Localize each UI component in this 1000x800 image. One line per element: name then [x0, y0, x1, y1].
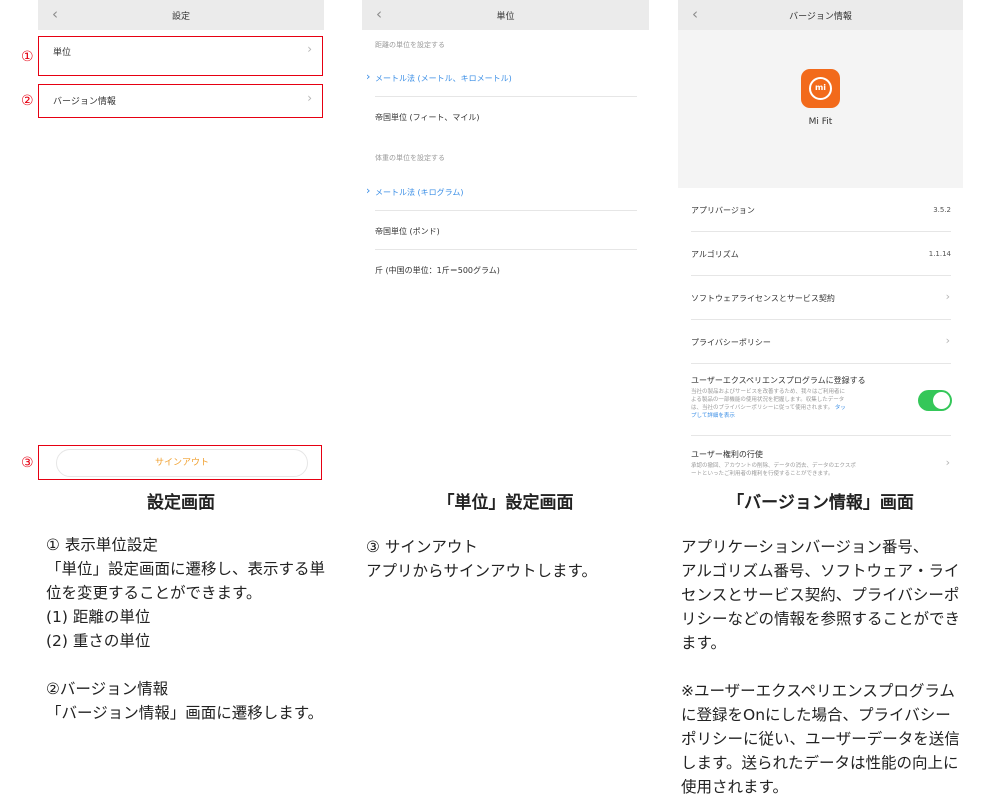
divider — [375, 210, 637, 211]
explanation-col2: ③ サインアウト アプリからサインアウトします。 — [366, 535, 597, 583]
units-nav-bar: ‹ 単位 — [362, 0, 649, 30]
explanation-line: リシーなどの情報を参照することができ — [681, 610, 961, 628]
app-version-value: 3.5.2 — [933, 206, 951, 214]
option-label: メートル法 (メートル、キロメートル) — [375, 74, 512, 83]
weight-section-header: 体重の単位を設定する — [375, 154, 445, 162]
explanation-line: 「バージョン情報」画面に遷移します。 — [46, 704, 324, 722]
annotation-box-unit — [38, 36, 323, 76]
explanation-col3: アプリケーションバージョン番号、 アルゴリズム番号、ソフトウェア・ライ センスと… — [681, 535, 960, 799]
settings-caption: 設定画面 — [147, 493, 215, 513]
explanation-line: センスとサービス契約、プライバシーポ — [681, 586, 960, 604]
explanation-gap — [681, 655, 960, 679]
settings-nav-bar: ‹ 設定 — [38, 0, 324, 30]
explanation-line: ポリシーに従い、ユーザーデータを送信 — [681, 730, 960, 748]
rights-desc-line: 承認の撤回、アカウントの削除、データの消去、データのエクスポ — [691, 463, 856, 469]
rights-desc-line: ートといったご利用者の権利を行使することができます。 — [691, 471, 834, 477]
settings-title: 設定 — [171, 12, 190, 22]
details-link-part-1[interactable]: タッ — [835, 405, 846, 411]
explanation-line: ① 表示単位設定 — [46, 536, 158, 554]
version-caption: 「バージョン情報」画面 — [727, 493, 914, 513]
units-caption: 「単位」設定画面 — [437, 493, 574, 513]
option-label: メートル法 (キログラム) — [375, 188, 464, 197]
units-screen: ‹ 単位 距離の単位を設定する › メートル法 (メートル、キロメートル) 帝国… — [362, 0, 649, 290]
ux-program-row: ユーザーエクスペリエンスプログラムに登録する 当社の製品およびサービスを改善する… — [678, 364, 963, 436]
option-label: 帝国単位 (フィート、マイル) — [375, 113, 480, 122]
app-version-label: アプリバージョン — [691, 206, 755, 215]
explanation-line: ②バージョン情報 — [46, 680, 169, 698]
mi-fit-app-icon: mi — [801, 69, 840, 108]
explanation-col1: ① 表示単位設定 「単位」設定画面に遷移し、表示する単 位を変更することができま… — [46, 533, 325, 725]
chevron-right-icon: › — [945, 456, 950, 469]
ux-program-description: 当社の製品およびサービスを改善するため、我々はご利用者に よる製品の一部機能の使… — [691, 388, 915, 420]
distance-option-metric[interactable]: › メートル法 (メートル、キロメートル) — [362, 59, 649, 97]
annotation-box-signout — [38, 445, 322, 480]
version-nav-bar: ‹ バージョン情報 — [678, 0, 963, 30]
explanation-line: 「単位」設定画面に遷移し、表示する単 — [46, 560, 326, 578]
explanation-line: アプリケーションバージョン番号、 — [681, 538, 929, 556]
app-version-row: アプリバージョン 3.5.2 — [678, 188, 963, 232]
details-link-part-2[interactable]: プして詳細を表示 — [691, 412, 915, 420]
license-row[interactable]: ソフトウェアライセンスとサービス契約 › — [678, 276, 963, 320]
weight-option-jin[interactable]: 斤 (中国の単位：1斤＝500グラム) — [362, 251, 649, 289]
divider — [375, 249, 637, 250]
explanation-line: ます。 — [681, 634, 726, 652]
privacy-policy-row[interactable]: プライバシーポリシー › — [678, 320, 963, 364]
user-rights-label: ユーザー権利の行使 — [691, 450, 763, 459]
distance-section-header: 距離の単位を設定する — [375, 41, 445, 49]
units-title: 単位 — [496, 12, 515, 22]
option-label: 帝国単位 (ポンド) — [375, 227, 440, 236]
algorithm-value: 1.1.14 — [928, 250, 951, 258]
license-label: ソフトウェアライセンスとサービス契約 — [691, 294, 835, 303]
explanation-line: ※ユーザーエクスペリエンスプログラム — [681, 682, 955, 700]
app-name: Mi Fit — [808, 117, 833, 127]
explanation-line: アプリからサインアウトします。 — [366, 562, 597, 580]
selected-chevron-icon: › — [366, 184, 371, 197]
ux-program-label: ユーザーエクスペリエンスプログラムに登録する — [691, 376, 866, 385]
explanation-line: します。送られたデータは性能の向上に — [681, 754, 959, 772]
selected-chevron-icon: › — [366, 70, 371, 83]
marker-1: ① — [21, 49, 34, 65]
explanation-line: (1) 距離の単位 — [46, 608, 151, 626]
ux-desc-text: は、当社のプライバシーポリシーに従って使用されます。 — [691, 405, 834, 411]
version-info-screen: ‹ バージョン情報 mi Mi Fit アプリバージョン 3.5.2 アルゴリズ… — [678, 0, 963, 490]
chevron-right-icon: › — [945, 334, 950, 347]
weight-option-imperial[interactable]: 帝国単位 (ポンド) — [362, 212, 649, 250]
weight-option-metric[interactable]: › メートル法 (キログラム) — [362, 173, 649, 211]
app-hero: ‹ バージョン情報 mi Mi Fit — [678, 0, 963, 188]
version-title: バージョン情報 — [789, 12, 852, 22]
algorithm-row: アルゴリズム 1.1.14 — [678, 232, 963, 276]
explanation-line: (2) 重さの単位 — [46, 632, 151, 650]
divider — [375, 96, 637, 97]
toggle-knob — [933, 392, 950, 409]
algorithm-label: アルゴリズム — [691, 250, 739, 259]
explanation-line: 位を変更することができます。 — [46, 584, 262, 602]
option-label: 斤 (中国の単位：1斤＝500グラム) — [375, 266, 500, 275]
user-rights-row[interactable]: ユーザー権利の行使 承認の撤回、アカウントの削除、データの消去、データのエクスポ… — [678, 436, 963, 490]
explanation-line: アルゴリズム番号、ソフトウェア・ライ — [681, 562, 960, 580]
mi-logo-text: mi — [814, 83, 827, 92]
privacy-policy-label: プライバシーポリシー — [691, 338, 771, 347]
ux-program-toggle[interactable] — [918, 390, 952, 411]
annotation-box-version — [38, 84, 323, 118]
chevron-right-icon: › — [945, 290, 950, 303]
ux-desc-line: は、当社のプライバシーポリシーに従って使用されます。 タッ — [691, 404, 915, 412]
ux-desc-line: 当社の製品およびサービスを改善するため、我々はご利用者に — [691, 389, 846, 395]
ux-desc-line: よる製品の一部機能の使用状況を把握します。収集したデータ — [691, 397, 845, 403]
marker-2: ② — [21, 93, 34, 109]
distance-option-imperial[interactable]: 帝国単位 (フィート、マイル) — [362, 98, 649, 136]
explanation-line: 使用されます。 — [681, 778, 788, 796]
explanation-line: ③ サインアウト — [366, 538, 478, 556]
explanation-line: に登録をOnにした場合、プライバシー — [681, 706, 951, 724]
marker-3: ③ — [21, 455, 34, 471]
explanation-gap — [46, 653, 325, 677]
user-rights-description: 承認の撤回、アカウントの削除、データの消去、データのエクスポ ートといったご利用… — [691, 462, 915, 478]
